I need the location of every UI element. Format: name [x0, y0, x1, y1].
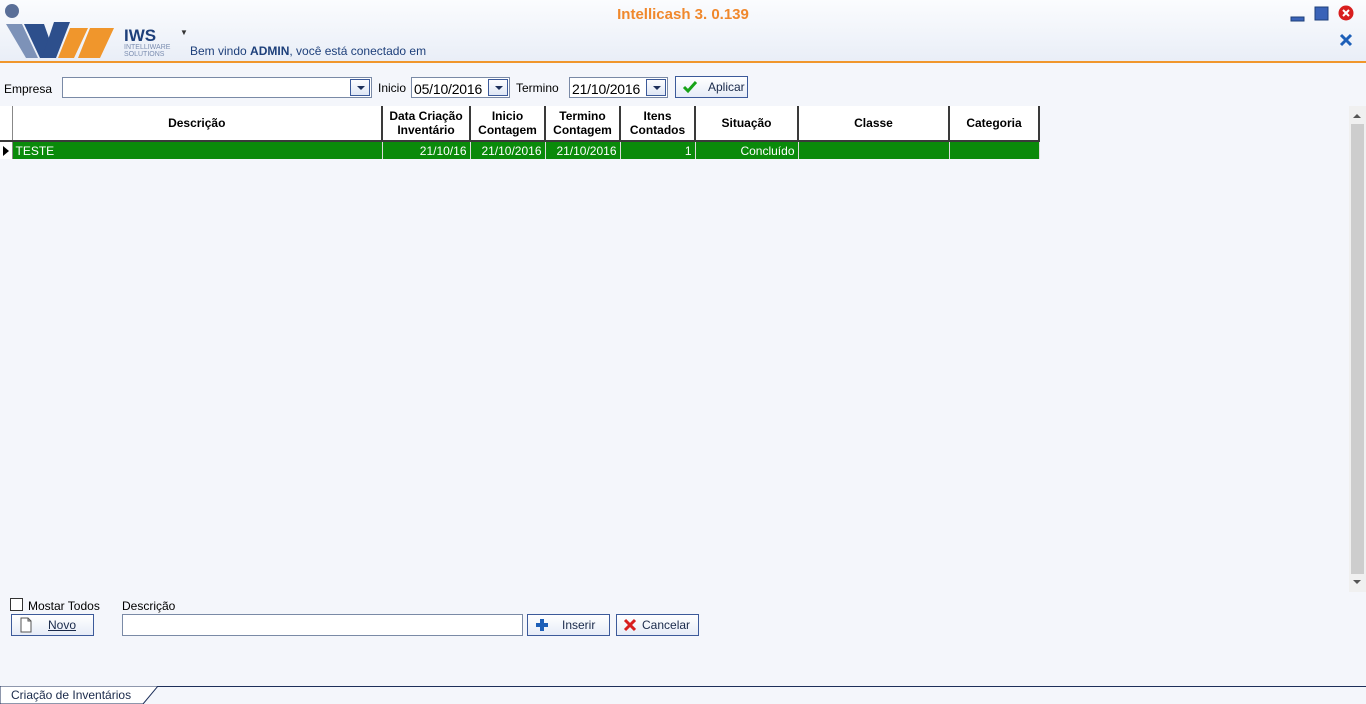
mostrar-todos-label[interactable]: Mostar Todos: [28, 599, 100, 613]
cell-itens[interactable]: 1: [620, 141, 696, 159]
column-header-inicio-contagem[interactable]: Inicio Contagem: [470, 106, 546, 142]
scroll-thumb[interactable]: [1351, 124, 1364, 574]
row-indicator[interactable]: [0, 141, 13, 159]
empresa-label: Empresa: [4, 82, 53, 96]
inserir-button[interactable]: Inserir: [527, 614, 610, 636]
termino-date-picker[interactable]: 21/10/2016: [569, 77, 668, 98]
column-header-data-criacao[interactable]: Data Criação Inventário: [382, 106, 471, 142]
chevron-down-icon[interactable]: [646, 79, 666, 96]
tab-strip-line: [0, 686, 1366, 687]
cell-inicio[interactable]: 21/10/2016: [470, 141, 546, 159]
column-header-situacao[interactable]: Situação: [695, 106, 799, 142]
cell-situacao[interactable]: Concluído: [695, 141, 799, 159]
row-pointer-icon: [3, 146, 9, 156]
filter-bar: Empresa Inicio 05/10/2016 Termino 21/10/…: [0, 74, 1366, 102]
close-window-icon[interactable]: [1338, 5, 1354, 21]
cancelar-button[interactable]: Cancelar: [616, 614, 699, 636]
plus-icon: [536, 619, 548, 631]
chevron-down-icon[interactable]: [350, 79, 370, 96]
logo-mark-icon: [5, 4, 114, 58]
logo-dropdown-icon[interactable]: ▼: [180, 28, 188, 37]
scroll-down-icon[interactable]: [1353, 580, 1361, 584]
chevron-down-icon[interactable]: [488, 79, 508, 96]
app-header: IWS INTELLIWARE SOLUTIONS ▼ Bem vindo AD…: [0, 0, 1366, 63]
descricao-input[interactable]: [122, 614, 523, 636]
cancel-x-icon: [623, 618, 637, 632]
table-header-row: Descrição Data Criação Inventário Inicio…: [0, 106, 1040, 142]
minimize-icon[interactable]: [1290, 6, 1306, 22]
table-row[interactable]: TESTE 21/10/16 21/10/2016 21/10/2016 1 C…: [0, 141, 1040, 159]
inicio-date-picker[interactable]: 05/10/2016: [411, 77, 510, 98]
cell-descricao[interactable]: TESTE: [12, 141, 383, 159]
app-title: Intellicash 3. 0.139: [617, 6, 749, 23]
iws-logo[interactable]: IWS INTELLIWARE SOLUTIONS ▼: [4, 2, 188, 62]
inicio-label: Inicio: [378, 81, 407, 95]
mostrar-todos-checkbox[interactable]: [10, 598, 23, 611]
logo-subtitle: INTELLIWARE SOLUTIONS: [124, 44, 171, 58]
column-header-descricao[interactable]: Descrição: [12, 106, 383, 142]
cell-termino[interactable]: 21/10/2016: [545, 141, 621, 159]
cell-classe[interactable]: [798, 141, 950, 159]
close-tab-icon[interactable]: [1338, 32, 1354, 48]
welcome-message: Bem vindo ADMIN, você está conectado em: [190, 44, 427, 58]
empresa-select[interactable]: [62, 77, 372, 98]
maximize-icon[interactable]: [1314, 6, 1330, 22]
welcome-user: ADMIN: [250, 44, 290, 58]
descricao-label: Descrição: [122, 599, 176, 613]
cell-data-criacao[interactable]: 21/10/16: [382, 141, 471, 159]
window-controls: [1290, 4, 1360, 54]
column-header-categoria[interactable]: Categoria: [949, 106, 1040, 142]
column-header-termino-contagem[interactable]: Termino Contagem: [545, 106, 621, 142]
inventory-grid: Descrição Data Criação Inventário Inicio…: [0, 106, 1366, 592]
tab-criacao-inventarios[interactable]: Criação de Inventários: [0, 686, 160, 704]
logo-text: IWS: [124, 26, 157, 45]
cell-categoria[interactable]: [949, 141, 1040, 159]
vertical-scrollbar[interactable]: [1349, 106, 1366, 592]
scroll-up-icon[interactable]: [1353, 114, 1361, 118]
column-header-itens-contados[interactable]: Itens Contados: [620, 106, 696, 142]
apply-button[interactable]: Aplicar: [675, 76, 748, 98]
column-header-classe[interactable]: Classe: [798, 106, 950, 142]
new-document-icon: [20, 617, 32, 633]
checkmark-icon: [682, 81, 698, 94]
termino-label: Termino: [516, 81, 559, 95]
row-indicator-header: [0, 106, 13, 142]
inventory-table: Descrição Data Criação Inventário Inicio…: [0, 106, 1040, 159]
novo-button[interactable]: Novo: [11, 614, 94, 636]
